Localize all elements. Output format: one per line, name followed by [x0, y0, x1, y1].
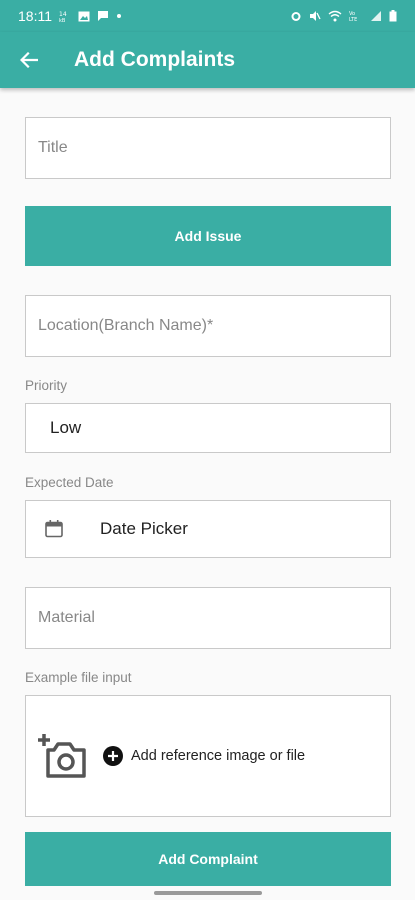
mute-icon [309, 10, 321, 22]
title-input[interactable]: Title [25, 117, 391, 179]
dot-icon [116, 13, 122, 19]
priority-label: Priority [25, 378, 68, 393]
priority-value: Low [50, 418, 82, 437]
material-input[interactable]: Material [25, 587, 391, 649]
title-placeholder: Title [38, 139, 68, 156]
expected-date-label: Expected Date [25, 475, 114, 490]
gesture-nav-handle[interactable] [154, 891, 262, 895]
add-complaint-button[interactable]: Add Complaint [25, 832, 391, 886]
priority-select[interactable]: Low [25, 403, 391, 453]
status-time: 18:11 [18, 8, 52, 24]
message-icon [97, 10, 109, 22]
location-input[interactable]: Location(Branch Name)* [25, 295, 391, 357]
signal-icon [370, 10, 382, 22]
date-picker-text: Date Picker [100, 519, 188, 538]
svg-text:kB: kB [59, 18, 66, 22]
wifi-icon [328, 10, 342, 22]
app-bar: Add Complaints [0, 32, 415, 88]
add-circle-icon [102, 745, 124, 767]
back-button[interactable] [1, 32, 57, 88]
page-title: Add Complaints [74, 48, 235, 71]
arrow-left-icon [20, 52, 38, 68]
file-input[interactable]: Add reference image or file [25, 695, 391, 817]
location-placeholder: Location(Branch Name)* [38, 317, 214, 334]
add-issue-button[interactable]: Add Issue [25, 206, 391, 266]
status-left: 18:11 14 kB [18, 8, 122, 24]
alarm-icon [290, 10, 302, 22]
date-picker[interactable]: Date Picker [25, 500, 391, 558]
svg-text:14: 14 [59, 11, 67, 18]
status-bar: 18:11 14 kB Vo LTE [0, 0, 415, 32]
material-placeholder: Material [38, 609, 95, 626]
add-issue-label: Add Issue [174, 228, 242, 244]
add-photo-icon [38, 732, 88, 780]
file-input-text: Add reference image or file [131, 748, 306, 764]
battery-icon [389, 10, 397, 22]
volte-icon: Vo LTE [349, 10, 363, 22]
status-right: Vo LTE [290, 10, 397, 22]
svg-text:LTE: LTE [349, 17, 357, 22]
data-icon: 14 kB [59, 10, 71, 22]
file-input-label: Example file input [25, 670, 132, 685]
calendar-icon [44, 518, 66, 540]
image-icon [78, 11, 90, 22]
add-complaint-label: Add Complaint [158, 851, 258, 867]
